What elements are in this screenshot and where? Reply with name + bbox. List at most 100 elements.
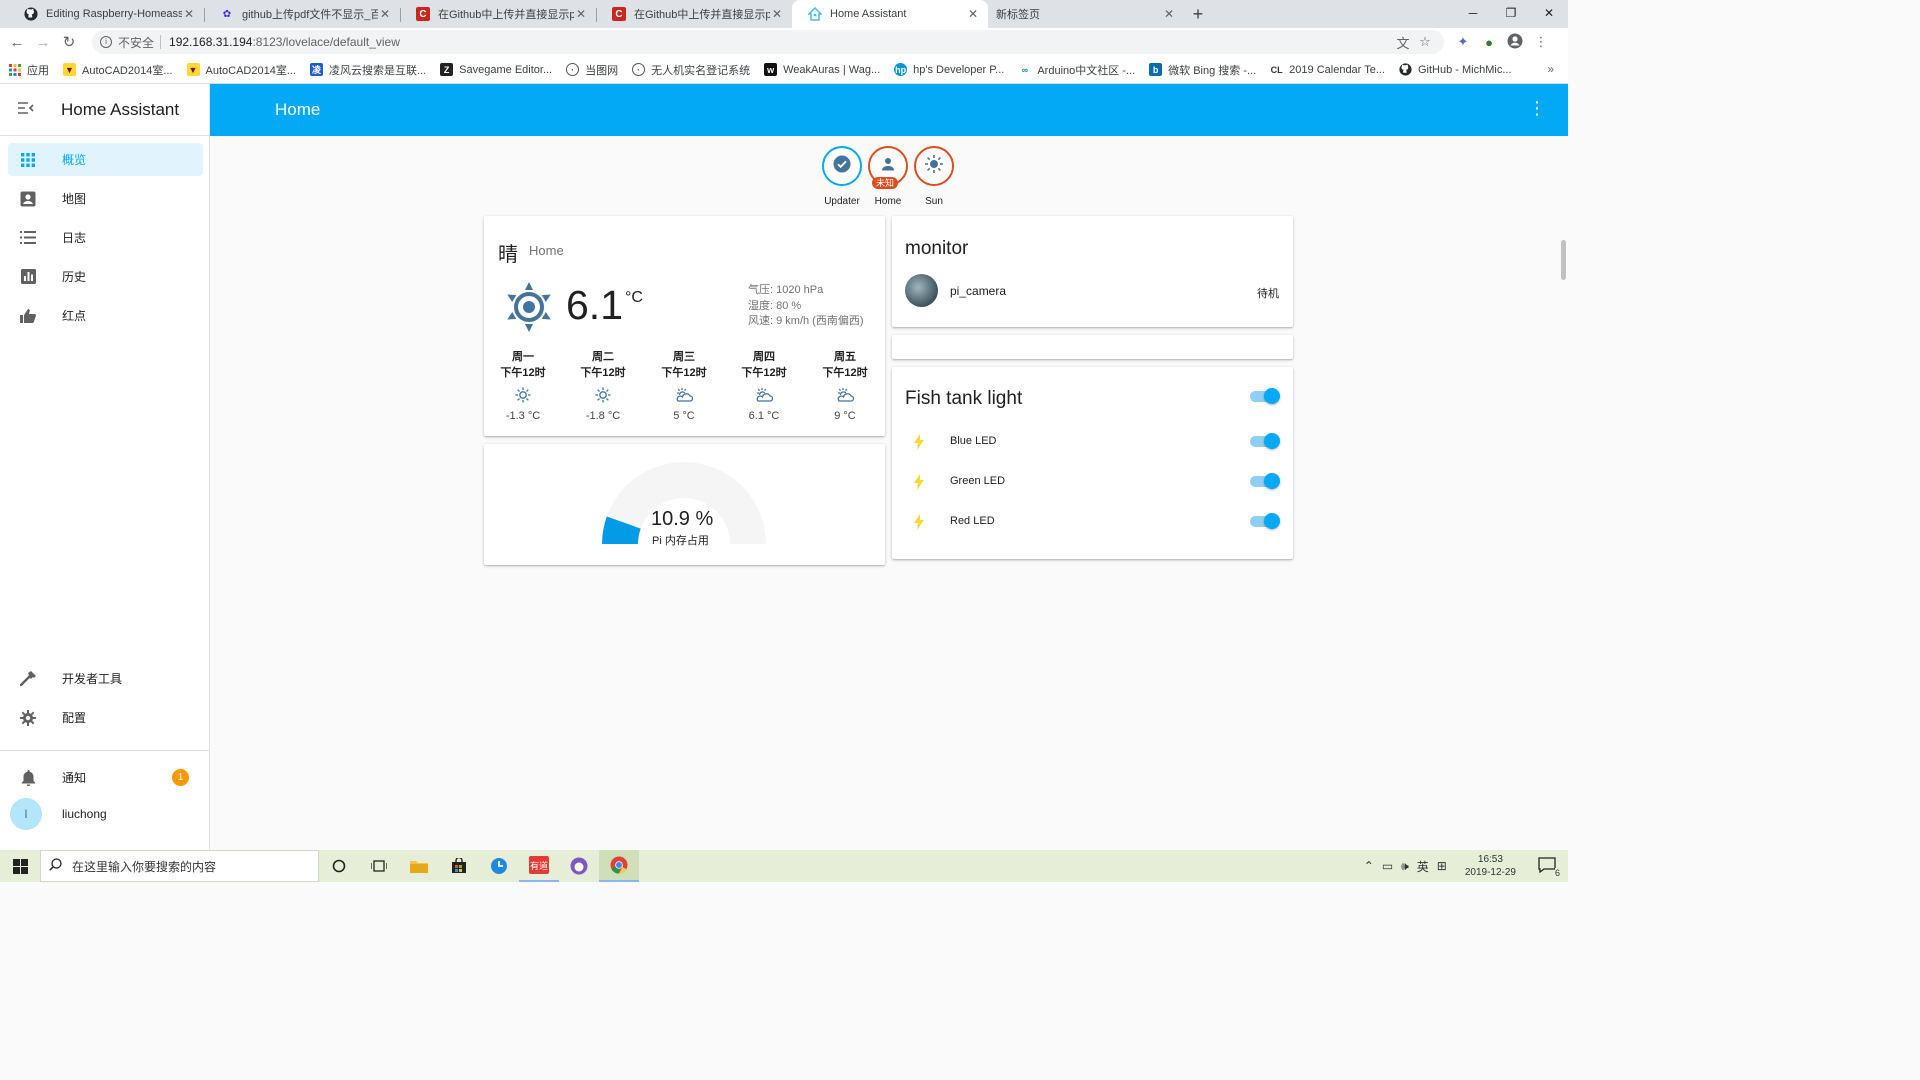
- security-label: 不安全: [118, 35, 155, 50]
- lingfeng-icon: 凌: [310, 63, 323, 76]
- bookmark-item[interactable]: GitHub - MichMic...: [1399, 63, 1512, 76]
- store-icon[interactable]: [439, 850, 479, 882]
- task-view-icon[interactable]: [359, 850, 399, 882]
- cl-icon: CL: [1270, 64, 1283, 75]
- window-controls: ─ ❐ ✕: [1454, 0, 1568, 28]
- entity-name[interactable]: Blue LED: [950, 435, 996, 447]
- bookmark-item[interactable]: hp hp's Developer P...: [894, 63, 1004, 76]
- close-tab-icon[interactable]: ✕: [770, 7, 784, 21]
- browser-tab[interactable]: 新标签页 ✕: [988, 0, 1184, 28]
- sidebar-item-configuration[interactable]: 配置: [8, 701, 203, 734]
- youdao-icon[interactable]: 有道: [519, 850, 559, 882]
- close-window-icon[interactable]: ✕: [1530, 0, 1568, 28]
- new-tab-button[interactable]: +: [1184, 0, 1212, 28]
- gauge-card[interactable]: 10.9 % Pi 内存占用: [484, 444, 885, 565]
- menu-dots-icon[interactable]: ⋮: [1528, 34, 1554, 50]
- green-led-toggle[interactable]: [1250, 473, 1280, 489]
- bookmark-label: Arduino中文社区 -...: [1037, 64, 1136, 77]
- browser-tab[interactable]: ✿ github上传pdf文件不显示_百度 ✕: [204, 0, 400, 28]
- chrome-icon[interactable]: [599, 850, 639, 882]
- close-tab-icon[interactable]: ✕: [1162, 7, 1176, 21]
- close-tab-icon[interactable]: ✕: [378, 7, 392, 21]
- sidebar-title: Home Assistant: [61, 99, 180, 119]
- minimize-icon[interactable]: ─: [1454, 0, 1492, 28]
- camera-thumbnail[interactable]: [905, 274, 938, 307]
- sidebar-user[interactable]: l liuchong: [10, 797, 205, 830]
- cat-app-icon[interactable]: [559, 850, 599, 882]
- bookmark-item[interactable]: ▼ AutoCAD2014室...: [63, 62, 173, 78]
- master-toggle[interactable]: [1250, 388, 1280, 404]
- camera-name[interactable]: pi_camera: [950, 284, 1006, 298]
- forward-arrow-icon[interactable]: →: [30, 34, 56, 51]
- browser-tab[interactable]: C 在Github中上传并直接显示pdf文 ✕: [400, 0, 596, 28]
- weather-card[interactable]: 晴 Home 6.1 °C 气压: 1020 hPa 湿度: 80 % 风速: …: [484, 216, 885, 436]
- bookmark-item[interactable]: ▼ AutoCAD2014室...: [186, 62, 296, 78]
- volume-icon[interactable]: 🕪: [1401, 859, 1409, 874]
- menu-collapse-icon[interactable]: [0, 101, 52, 119]
- sidebar-item-label: 开发者工具: [62, 672, 123, 686]
- taskbar-clock[interactable]: 16:53 2019-12-29: [1465, 853, 1516, 879]
- close-tab-icon[interactable]: ✕: [182, 7, 196, 21]
- keyboard-icon[interactable]: ⊞: [1437, 859, 1447, 873]
- close-tab-icon[interactable]: ✕: [574, 7, 588, 21]
- sidebar-item-overview[interactable]: 概览: [8, 143, 203, 176]
- translate-icon[interactable]: 文: [1392, 33, 1414, 52]
- bookmark-item[interactable]: b 微软 Bing 搜索 -...: [1149, 62, 1256, 78]
- sidebar-item-redpoint[interactable]: 红点: [8, 299, 203, 332]
- bookmark-item[interactable]: ∞ Arduino中文社区 -...: [1018, 62, 1136, 78]
- bookmark-item[interactable]: 凌 凌风云搜索是互联...: [310, 62, 426, 78]
- cortana-icon[interactable]: [319, 850, 359, 882]
- action-center-icon[interactable]: 6: [1538, 856, 1560, 878]
- chevron-more-icon[interactable]: »: [1547, 62, 1554, 76]
- notification-count-badge: 1: [172, 769, 189, 786]
- sidebar-item-history[interactable]: 历史: [8, 260, 203, 293]
- windows-start-icon[interactable]: [0, 858, 40, 874]
- back-arrow-icon[interactable]: ←: [4, 34, 30, 51]
- browser-tab[interactable]: Editing Raspberry-Homeassist ✕: [8, 0, 204, 28]
- blue-led-toggle[interactable]: [1250, 433, 1280, 449]
- page-scrollbar[interactable]: [1561, 240, 1566, 280]
- entity-name[interactable]: Red LED: [950, 515, 995, 527]
- red-led-toggle[interactable]: [1250, 513, 1280, 529]
- bookmark-item[interactable]: Z Savegame Editor...: [440, 63, 552, 76]
- taskbar-search-input[interactable]: 在这里输入你要搜索的内容: [40, 850, 319, 882]
- file-explorer-icon[interactable]: [399, 850, 439, 882]
- csdn-icon: C: [416, 7, 430, 21]
- weather-location: Home: [529, 243, 564, 258]
- sidebar-item-notifications[interactable]: 通知 1: [8, 761, 203, 794]
- star-icon[interactable]: ☆: [1414, 34, 1436, 50]
- state-badge-circle: [914, 146, 954, 186]
- forecast-item: 周三 下午12时 5 °C: [654, 349, 714, 422]
- bookmark-item[interactable]: CL 2019 Calendar Te...: [1270, 63, 1385, 76]
- browser-tab-strip: Editing Raspberry-Homeassist ✕ ✿ github上…: [0, 0, 1568, 28]
- tab-title: Editing Raspberry-Homeassist: [46, 8, 182, 20]
- restore-icon[interactable]: ❐: [1492, 0, 1530, 28]
- bookmark-apps[interactable]: 应用: [8, 62, 49, 78]
- url-host: 192.168.31.194: [169, 35, 253, 49]
- reload-icon[interactable]: ↻: [56, 33, 82, 51]
- browser-tab[interactable]: C 在Github中上传并直接显示pdf文 ✕: [596, 0, 792, 28]
- extension-icon[interactable]: ●: [1476, 35, 1502, 50]
- sidebar-item-map[interactable]: 地图: [8, 182, 203, 215]
- network-icon[interactable]: ▭: [1382, 859, 1393, 873]
- sidebar-item-developer-tools[interactable]: 开发者工具: [8, 662, 203, 695]
- url-text[interactable]: 192.168.31.194:8123/lovelace/default_vie…: [169, 35, 1392, 49]
- hammer-icon: [10, 670, 46, 687]
- address-bar[interactable]: i 不安全 192.168.31.194:8123/lovelace/defau…: [92, 30, 1444, 54]
- sidebar-item-logbook[interactable]: 日志: [8, 221, 203, 254]
- clock-app-icon[interactable]: [479, 850, 519, 882]
- ime-indicator[interactable]: 英: [1417, 858, 1429, 875]
- entity-name[interactable]: Green LED: [950, 475, 1005, 487]
- forecast-day: 周一: [512, 351, 534, 363]
- info-icon[interactable]: i: [100, 36, 112, 48]
- bookmark-item[interactable]: · 当图网: [566, 62, 618, 78]
- browser-tab-active[interactable]: Home Assistant ✕: [792, 0, 988, 28]
- account-icon[interactable]: [1502, 33, 1528, 52]
- bookmark-item[interactable]: w WeakAuras | Wag...: [764, 63, 880, 76]
- chevron-up-icon[interactable]: ⌃: [1364, 859, 1374, 873]
- bookmark-item[interactable]: · 无人机实名登记系统: [632, 62, 750, 78]
- state-badge-sun[interactable]: Sun: [904, 146, 964, 207]
- close-tab-icon[interactable]: ✕: [966, 7, 980, 21]
- extension-icon[interactable]: ✦: [1450, 34, 1476, 50]
- menu-dots-icon[interactable]: ⋮: [1528, 98, 1546, 119]
